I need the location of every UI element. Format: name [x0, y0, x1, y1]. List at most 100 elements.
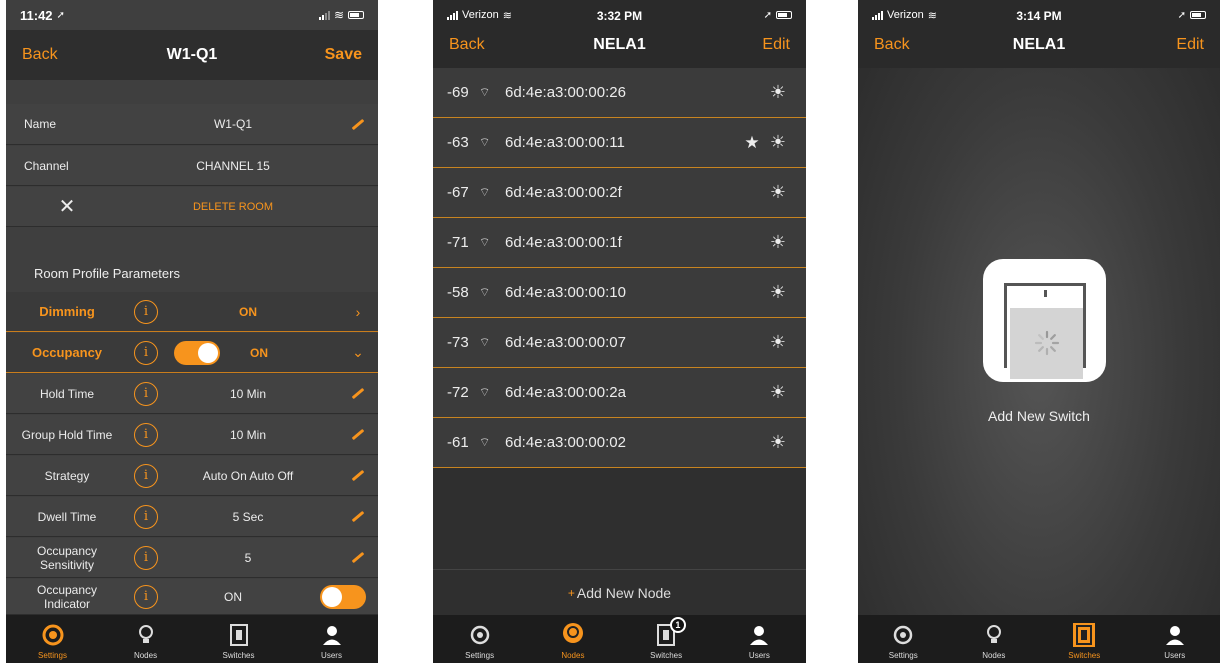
info-icon[interactable]: i — [134, 422, 158, 447]
tab-settings[interactable]: Settings — [858, 615, 949, 663]
occupancy-sensitivity-row[interactable]: Occupancy Sensitivity i 5 — [6, 538, 378, 578]
pencil-icon[interactable] — [338, 387, 378, 400]
info-icon[interactable]: i — [134, 299, 158, 324]
page-title: NELA1 — [593, 36, 646, 53]
info-icon[interactable]: i — [134, 584, 158, 609]
add-new-node-button[interactable]: + Add New Node — [433, 569, 806, 615]
node-row[interactable]: -58 ⌔ 6d:4e:a3:00:00:10 ☀ — [433, 268, 806, 318]
hold-time-value: 10 Min — [229, 386, 267, 401]
dimming-value: ON — [239, 304, 257, 319]
tab-settings[interactable]: Settings — [433, 615, 526, 663]
info-icon[interactable]: i — [134, 504, 158, 529]
strategy-label: Strategy — [44, 468, 90, 483]
light-sun-icon[interactable]: ☀ — [764, 332, 792, 353]
pencil-icon[interactable] — [338, 118, 378, 130]
switch-icon — [1072, 623, 1096, 647]
occupancy-toggle[interactable] — [174, 340, 220, 365]
light-sun-icon[interactable]: ☀ — [764, 432, 792, 453]
wifi-icon: ⌔ — [479, 435, 491, 449]
light-sun-icon[interactable]: ☀ — [764, 132, 792, 153]
back-button[interactable]: Back — [874, 36, 910, 54]
section-title: Room Profile Parameters — [34, 266, 180, 281]
node-row[interactable]: -72 ⌔ 6d:4e:a3:00:00:2a ☀ — [433, 368, 806, 418]
tab-nodes[interactable]: Nodes — [949, 615, 1040, 663]
occupancy-sensitivity-value: 5 — [244, 550, 252, 565]
tab-switches[interactable]: Switches — [1039, 615, 1130, 663]
switch-body — [1010, 308, 1083, 379]
tab-switches[interactable]: Switches — [192, 615, 285, 663]
tab-switches-label: Switches — [222, 651, 255, 660]
bulb-icon — [982, 623, 1006, 647]
delete-room-button[interactable]: ✕ DELETE ROOM — [6, 187, 378, 227]
signal-icon — [872, 10, 883, 20]
hold-time-row[interactable]: Hold Time i 10 Min — [6, 374, 378, 414]
tab-settings[interactable]: Settings — [6, 615, 99, 663]
info-icon[interactable]: i — [134, 463, 158, 488]
light-sun-icon[interactable]: ☀ — [764, 82, 792, 103]
occupancy-row[interactable]: Occupancy i ON ⌄ — [6, 333, 378, 373]
info-icon[interactable]: i — [134, 545, 158, 570]
group-hold-time-row[interactable]: Group Hold Time i 10 Min — [6, 415, 378, 455]
user-icon — [320, 623, 344, 647]
tab-nodes[interactable]: Nodes — [526, 615, 619, 663]
back-button[interactable]: Back — [449, 36, 485, 54]
info-icon[interactable]: i — [134, 340, 158, 365]
node-row[interactable]: -69 ⌔ 6d:4e:a3:00:00:26 ☀ — [433, 68, 806, 118]
tab-users[interactable]: Users — [285, 615, 378, 663]
status-time: 11:42 — [20, 7, 53, 23]
pencil-icon[interactable] — [338, 510, 378, 523]
node-row[interactable]: -73 ⌔ 6d:4e:a3:00:00:07 ☀ — [433, 318, 806, 368]
light-sun-icon[interactable]: ☀ — [764, 232, 792, 253]
pencil-icon[interactable] — [338, 551, 378, 564]
edit-button[interactable]: Edit — [762, 36, 790, 54]
group-hold-time-label: Group Hold Time — [21, 427, 113, 442]
dimming-row[interactable]: Dimming i ON › — [6, 292, 378, 332]
tab-users[interactable]: Users — [1130, 615, 1220, 663]
tab-switches-label: Switches — [650, 651, 683, 660]
occupancy-indicator-label: Occupancy Indicator — [6, 583, 128, 611]
node-row[interactable]: -71 ⌔ 6d:4e:a3:00:00:1f ☀ — [433, 218, 806, 268]
dwell-time-row[interactable]: Dwell Time i 5 Sec — [6, 497, 378, 537]
bulb-icon — [134, 623, 158, 647]
save-button[interactable]: Save — [325, 46, 362, 64]
pencil-icon[interactable] — [338, 428, 378, 441]
gear-icon — [891, 623, 915, 647]
strategy-row[interactable]: Strategy i Auto On Auto Off — [6, 456, 378, 496]
node-rssi: -63 — [447, 134, 469, 151]
add-new-switch-button[interactable] — [983, 259, 1106, 382]
user-icon — [747, 623, 771, 647]
name-row[interactable]: Name W1-Q1 — [6, 104, 378, 145]
sensitivity-label-line-1: Occupancy — [36, 543, 98, 558]
tab-switches[interactable]: 1 Switches — [620, 615, 713, 663]
occupancy-indicator-row[interactable]: Occupancy Indicator i ON — [6, 579, 378, 615]
node-mac-address: 6d:4e:a3:00:00:26 — [505, 84, 626, 101]
back-button[interactable]: Back — [22, 46, 58, 64]
tab-users-label: Users — [321, 651, 342, 660]
light-sun-icon[interactable]: ☀ — [764, 382, 792, 403]
settings-list: Name W1-Q1 Channel CHANNEL 15 ✕ DELETE R… — [6, 80, 378, 615]
node-row[interactable]: -67 ⌔ 6d:4e:a3:00:00:2f ☀ — [433, 168, 806, 218]
occupancy-indicator-toggle[interactable] — [320, 584, 366, 609]
channel-row[interactable]: Channel CHANNEL 15 — [6, 146, 378, 186]
info-icon[interactable]: i — [134, 381, 158, 406]
tab-nodes-label: Nodes — [561, 651, 585, 660]
node-row[interactable]: -63 ⌔ 6d:4e:a3:00:00:11 ★ ☀ — [433, 118, 806, 168]
node-row[interactable]: -61 ⌔ 6d:4e:a3:00:00:02 ☀ — [433, 418, 806, 468]
nav-bar: Back NELA1 Edit — [858, 22, 1220, 68]
location-arrow-icon: ➚ — [763, 9, 772, 21]
add-new-node-label: Add New Node — [576, 584, 672, 601]
tab-nodes[interactable]: Nodes — [99, 615, 192, 663]
wifi-status-icon: ≋ — [333, 8, 344, 22]
room-settings-screen: 11:42 ➚ ≋ Back W1-Q1 Save Name W1-Q1 Chan… — [6, 0, 378, 663]
light-sun-icon[interactable]: ☀ — [764, 282, 792, 303]
chevron-down-icon[interactable]: ⌄ — [338, 344, 378, 361]
signal-icon — [447, 10, 458, 20]
pencil-icon[interactable] — [338, 469, 378, 482]
wifi-icon: ⌔ — [479, 135, 491, 149]
edit-button[interactable]: Edit — [1176, 36, 1204, 54]
wifi-status-icon: ≋ — [502, 9, 512, 22]
node-rssi: -58 — [447, 284, 469, 301]
light-sun-icon[interactable]: ☀ — [764, 182, 792, 203]
tab-users[interactable]: Users — [713, 615, 806, 663]
chevron-right-icon[interactable]: › — [338, 304, 378, 320]
